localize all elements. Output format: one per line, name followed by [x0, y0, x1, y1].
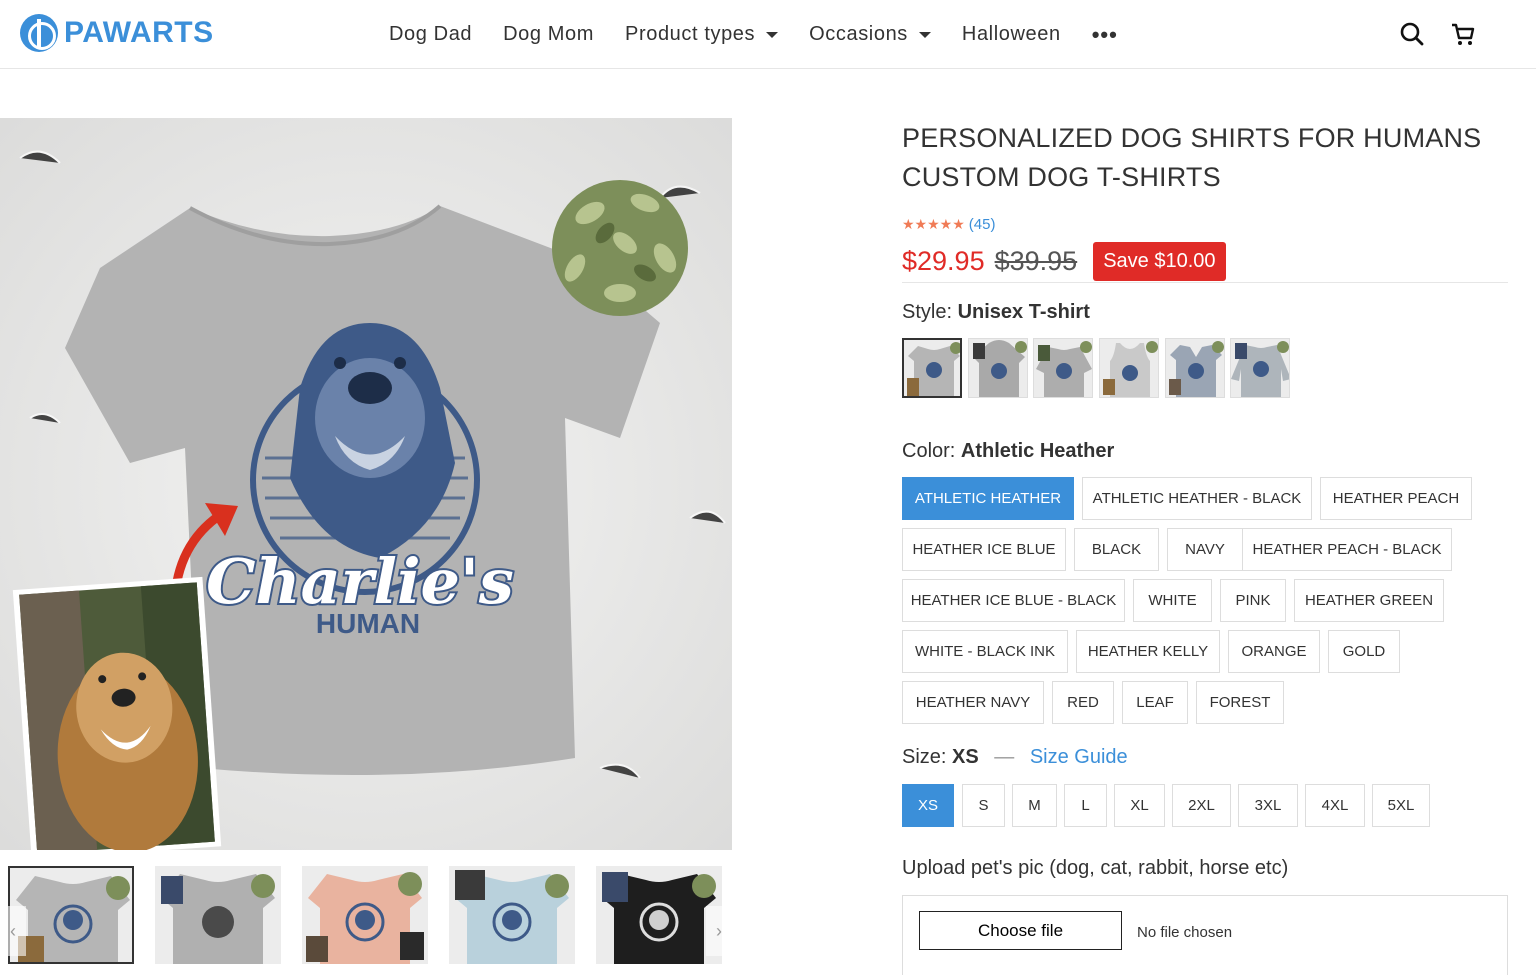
site-header: PAWARTS Dog Dad Dog Mom Product types Oc… [0, 0, 1536, 69]
style-swatch-long-sleeve[interactable] [1230, 338, 1290, 398]
product-title: PERSONALIZED DOG SHIRTS FOR HUMANS CUSTO… [902, 119, 1508, 197]
color-option[interactable]: HEATHER GREEN [1294, 579, 1444, 622]
size-guide-link[interactable]: Size Guide [1030, 746, 1128, 768]
main-product-image[interactable]: Charlie's HUMAN [0, 118, 732, 850]
size-option[interactable]: M [1012, 784, 1057, 827]
tshirt-mockup-image: Charlie's HUMAN [0, 118, 732, 850]
style-value: Unisex T-shirt [957, 301, 1090, 323]
color-option[interactable]: NAVY [1167, 528, 1243, 571]
size-option[interactable]: XL [1114, 784, 1165, 827]
caret-down-icon [766, 31, 779, 38]
more-menu-icon[interactable]: ••• [1092, 22, 1118, 48]
nav-label: Occasions [809, 23, 908, 45]
color-option[interactable]: ORANGE [1228, 630, 1320, 673]
color-option[interactable]: GOLD [1328, 630, 1400, 673]
color-option[interactable]: HEATHER NAVY [902, 681, 1044, 724]
choose-file-button[interactable]: Choose file [919, 911, 1122, 950]
sale-price: $29.95 [902, 246, 985, 276]
paw-logo-icon [20, 14, 58, 52]
style-swatch-hoodie[interactable] [968, 338, 1028, 398]
size-option[interactable]: 4XL [1305, 784, 1365, 827]
style-swatch-unisex-tshirt[interactable] [902, 338, 962, 398]
color-option[interactable]: ATHLETIC HEATHER [902, 477, 1074, 520]
nav-label: Product types [625, 23, 756, 45]
thumbnail-3[interactable] [302, 866, 428, 964]
size-option[interactable]: 3XL [1238, 784, 1298, 827]
size-option[interactable]: XS [902, 784, 954, 827]
star-rating-icon: ★★★★★ [902, 216, 965, 232]
thumbnail-2[interactable] [155, 866, 281, 964]
nav-dog-mom[interactable]: Dog Mom [503, 23, 594, 46]
size-option[interactable]: 5XL [1372, 784, 1430, 827]
color-value: Athletic Heather [960, 440, 1115, 462]
nav-dog-dad[interactable]: Dog Dad [389, 23, 472, 46]
thumbnail-next-icon[interactable]: › [706, 906, 732, 956]
cart-icon[interactable] [1449, 20, 1477, 48]
no-file-text: No file chosen [1137, 924, 1233, 941]
color-option[interactable]: LEAF [1122, 681, 1188, 724]
style-label: Style: Unisex T-shirt [902, 301, 1090, 324]
style-swatch-tank-top[interactable] [1099, 338, 1159, 398]
title-line-2: CUSTOM DOG T-SHIRTS [902, 162, 1221, 192]
original-price: $39.95 [994, 246, 1078, 276]
size-label: Size: XS — Size Guide [902, 746, 1128, 769]
color-option[interactable]: HEATHER PEACH - BLACK [1242, 528, 1452, 571]
shirt-sub-text: HUMAN [316, 608, 420, 639]
style-swatch-v-neck[interactable] [1165, 338, 1225, 398]
size-option[interactable]: S [962, 784, 1005, 827]
color-option[interactable]: ATHLETIC HEATHER - BLACK [1082, 477, 1312, 520]
color-option[interactable]: HEATHER KELLY [1076, 630, 1220, 673]
title-line-1: PERSONALIZED DOG SHIRTS FOR HUMANS [902, 123, 1482, 153]
size-option[interactable]: 2XL [1172, 784, 1231, 827]
thumbnail-5[interactable] [596, 866, 722, 964]
size-option[interactable]: L [1064, 784, 1107, 827]
thumbnail-strip [0, 866, 732, 964]
nav-product-types[interactable]: Product types [625, 23, 779, 46]
save-badge: Save $10.00 [1093, 242, 1226, 281]
nav-label: Dog Mom [503, 23, 595, 45]
color-option[interactable]: WHITE - BLACK INK [902, 630, 1068, 673]
color-option[interactable]: HEATHER ICE BLUE - BLACK [902, 579, 1125, 622]
upload-box: Choose file No file chosen [902, 895, 1508, 975]
color-option[interactable]: HEATHER PEACH [1320, 477, 1472, 520]
thumbnail-prev-icon[interactable]: ‹ [0, 906, 26, 956]
style-label-text: Style: [902, 301, 953, 323]
nav-occasions[interactable]: Occasions [809, 23, 931, 46]
nav-halloween[interactable]: Halloween [962, 23, 1061, 46]
price-row: $29.95 $39.95 Save $10.00 [902, 241, 1508, 283]
color-option[interactable]: BLACK [1074, 528, 1159, 571]
rating[interactable]: ★★★★★ (45) [902, 216, 995, 233]
upload-label: Upload pet's pic (dog, cat, rabbit, hors… [902, 857, 1289, 879]
search-icon[interactable] [1398, 20, 1426, 48]
review-count[interactable]: (45) [969, 216, 996, 233]
color-label: Color: Athletic Heather [902, 440, 1114, 463]
color-option[interactable]: WHITE [1133, 579, 1212, 622]
size-label-text: Size: [902, 746, 947, 768]
nav-label: Halloween [961, 23, 1061, 45]
thumbnail-4[interactable] [449, 866, 575, 964]
main-nav: Dog Dad Dog Mom Product types Occasions … [389, 0, 1118, 69]
caret-down-icon [918, 31, 931, 38]
logo[interactable]: PAWARTS [20, 14, 214, 52]
size-value: XS [952, 746, 979, 768]
nav-label: Dog Dad [389, 23, 473, 45]
color-option[interactable]: PINK [1220, 579, 1286, 622]
color-option[interactable]: RED [1052, 681, 1114, 724]
color-option[interactable]: FOREST [1196, 681, 1284, 724]
color-option[interactable]: HEATHER ICE BLUE [902, 528, 1066, 571]
color-label-text: Color: [902, 440, 956, 462]
size-dash: — [994, 746, 1015, 768]
style-swatch-sweatshirt[interactable] [1033, 338, 1093, 398]
logo-text: PAWARTS [64, 16, 214, 49]
thumbnail-1[interactable] [8, 866, 134, 964]
